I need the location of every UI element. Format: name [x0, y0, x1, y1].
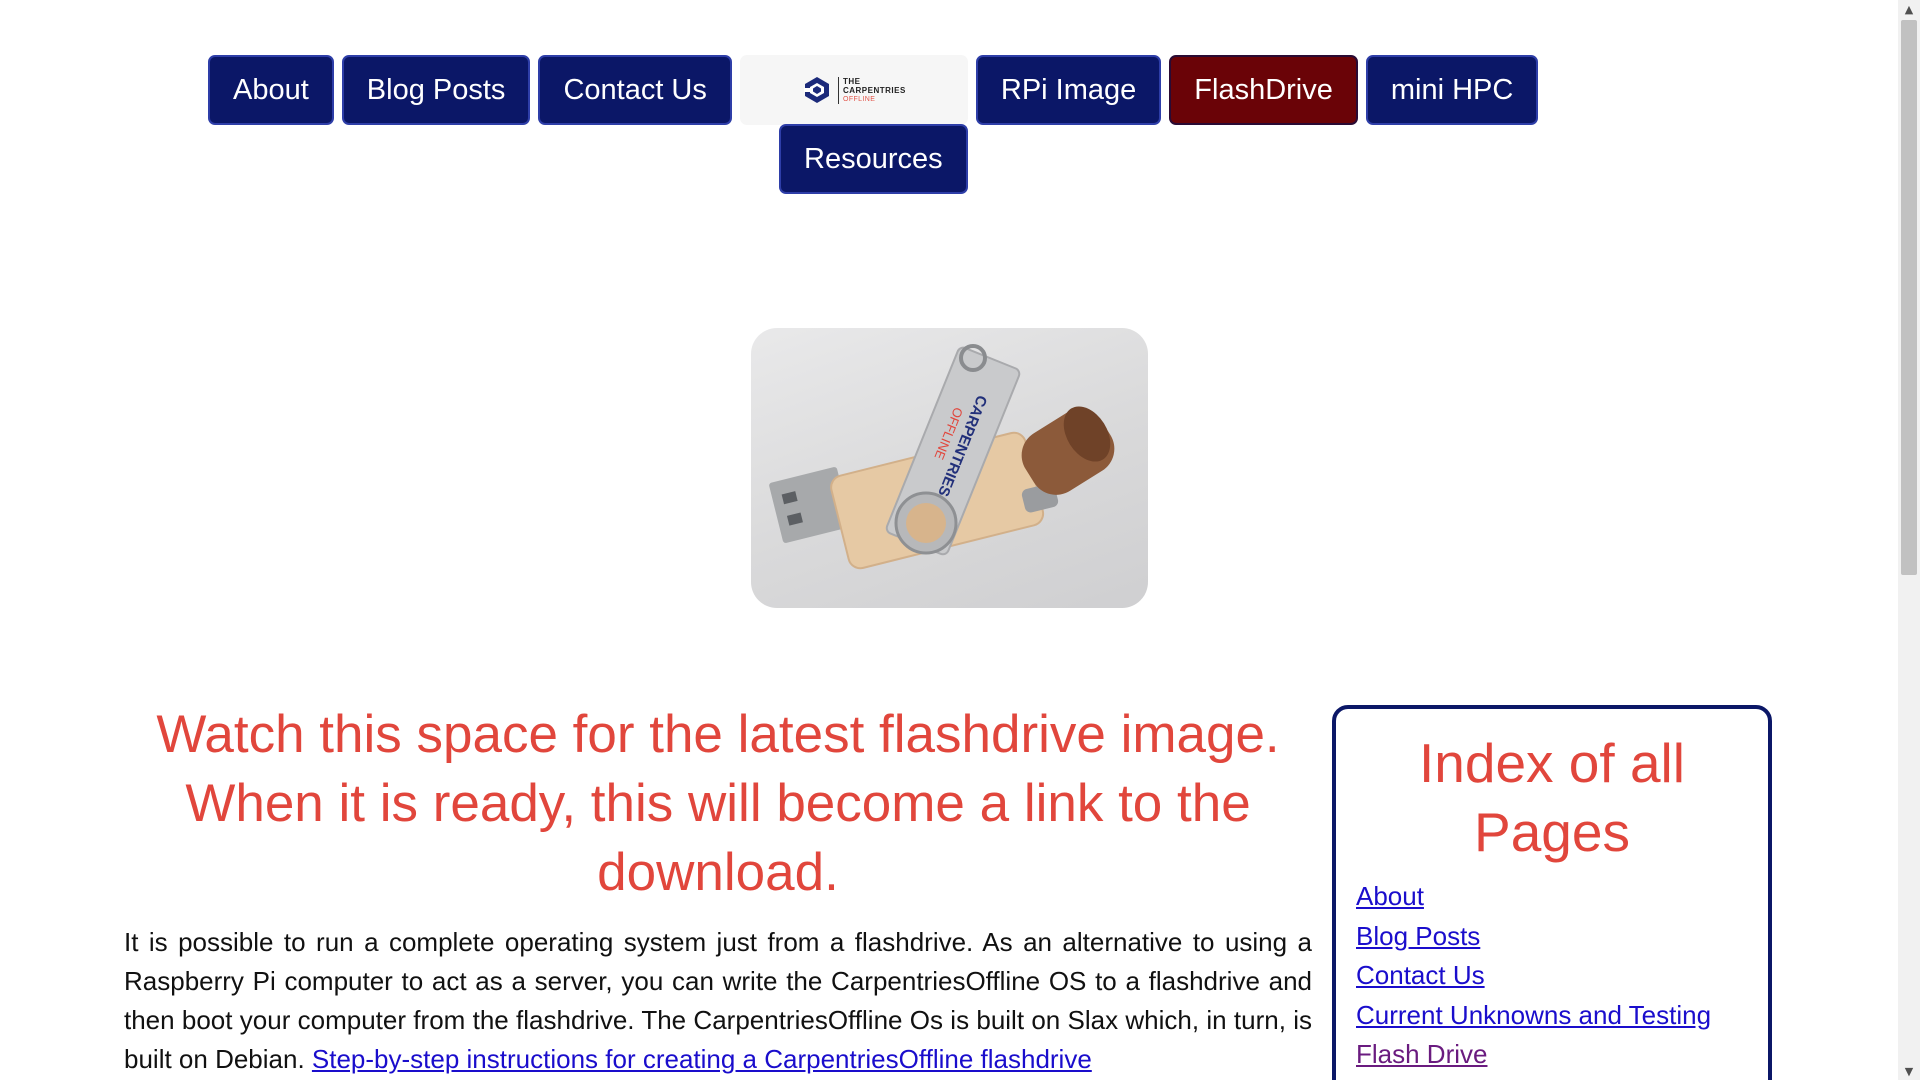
index-link-current-unknowns[interactable]: Current Unknowns and Testing	[1356, 1000, 1711, 1030]
logo-wordmark: THE CARPENTRIES OFFLINE	[837, 76, 906, 104]
nav-home-logo[interactable]: THE CARPENTRIES OFFLINE	[739, 55, 968, 125]
scrollbar-thumb[interactable]	[1901, 20, 1917, 575]
logo-line-2: CARPENTRIES	[842, 85, 906, 95]
top-nav-row-2: Resources	[779, 124, 968, 194]
logo-line-1: THE	[842, 76, 861, 86]
index-link-about[interactable]: About	[1356, 881, 1424, 911]
flashdrive-instructions-link[interactable]: Step-by-step instructions for creating a…	[312, 1044, 1092, 1074]
scroll-up-arrow-icon[interactable]: ▲	[1898, 0, 1920, 18]
top-nav: About Blog Posts Contact Us THE CARPENTR…	[208, 55, 1539, 125]
vertical-scrollbar[interactable]: ▲ ▼	[1898, 0, 1920, 1080]
page-index-list: About Blog Posts Contact Us Current Unkn…	[1356, 877, 1748, 1075]
carpentries-offline-logo-icon	[802, 75, 832, 105]
page-index-sidebar: Index of all Pages About Blog Posts Cont…	[1332, 705, 1772, 1080]
nav-mini-hpc-button[interactable]: mini HPC	[1365, 55, 1539, 125]
list-item: About	[1356, 877, 1748, 917]
sidebar-title: Index of all Pages	[1418, 732, 1685, 863]
page-heading: Watch this space for the latest flashdri…	[156, 705, 1280, 902]
main-content: Watch this space for the latest flashdri…	[124, 700, 1312, 1079]
index-link-blog-posts[interactable]: Blog Posts	[1356, 921, 1480, 951]
logo-line-3: OFFLINE	[842, 95, 876, 103]
list-item: Contact Us	[1356, 956, 1748, 996]
flashdrive-photo: CARPENTRIES OFFLINE	[751, 328, 1148, 608]
list-item: Flash Drive	[1356, 1035, 1748, 1075]
nav-about-button[interactable]: About	[208, 55, 334, 125]
scroll-down-arrow-icon[interactable]: ▼	[1898, 1062, 1920, 1080]
list-item: Blog Posts	[1356, 917, 1748, 957]
page: About Blog Posts Contact Us THE CARPENTR…	[0, 0, 1920, 1080]
nav-flashdrive-button[interactable]: FlashDrive	[1169, 55, 1358, 125]
nav-blog-posts-button[interactable]: Blog Posts	[341, 55, 531, 125]
list-item: Current Unknowns and Testing	[1356, 996, 1748, 1036]
nav-rpi-image-button[interactable]: RPi Image	[975, 55, 1162, 125]
index-link-contact-us[interactable]: Contact Us	[1356, 960, 1485, 990]
index-link-flash-drive[interactable]: Flash Drive	[1356, 1039, 1487, 1069]
intro-paragraph: It is possible to run a complete operati…	[124, 923, 1312, 1079]
nav-resources-button[interactable]: Resources	[779, 124, 968, 194]
nav-contact-us-button[interactable]: Contact Us	[538, 55, 732, 125]
